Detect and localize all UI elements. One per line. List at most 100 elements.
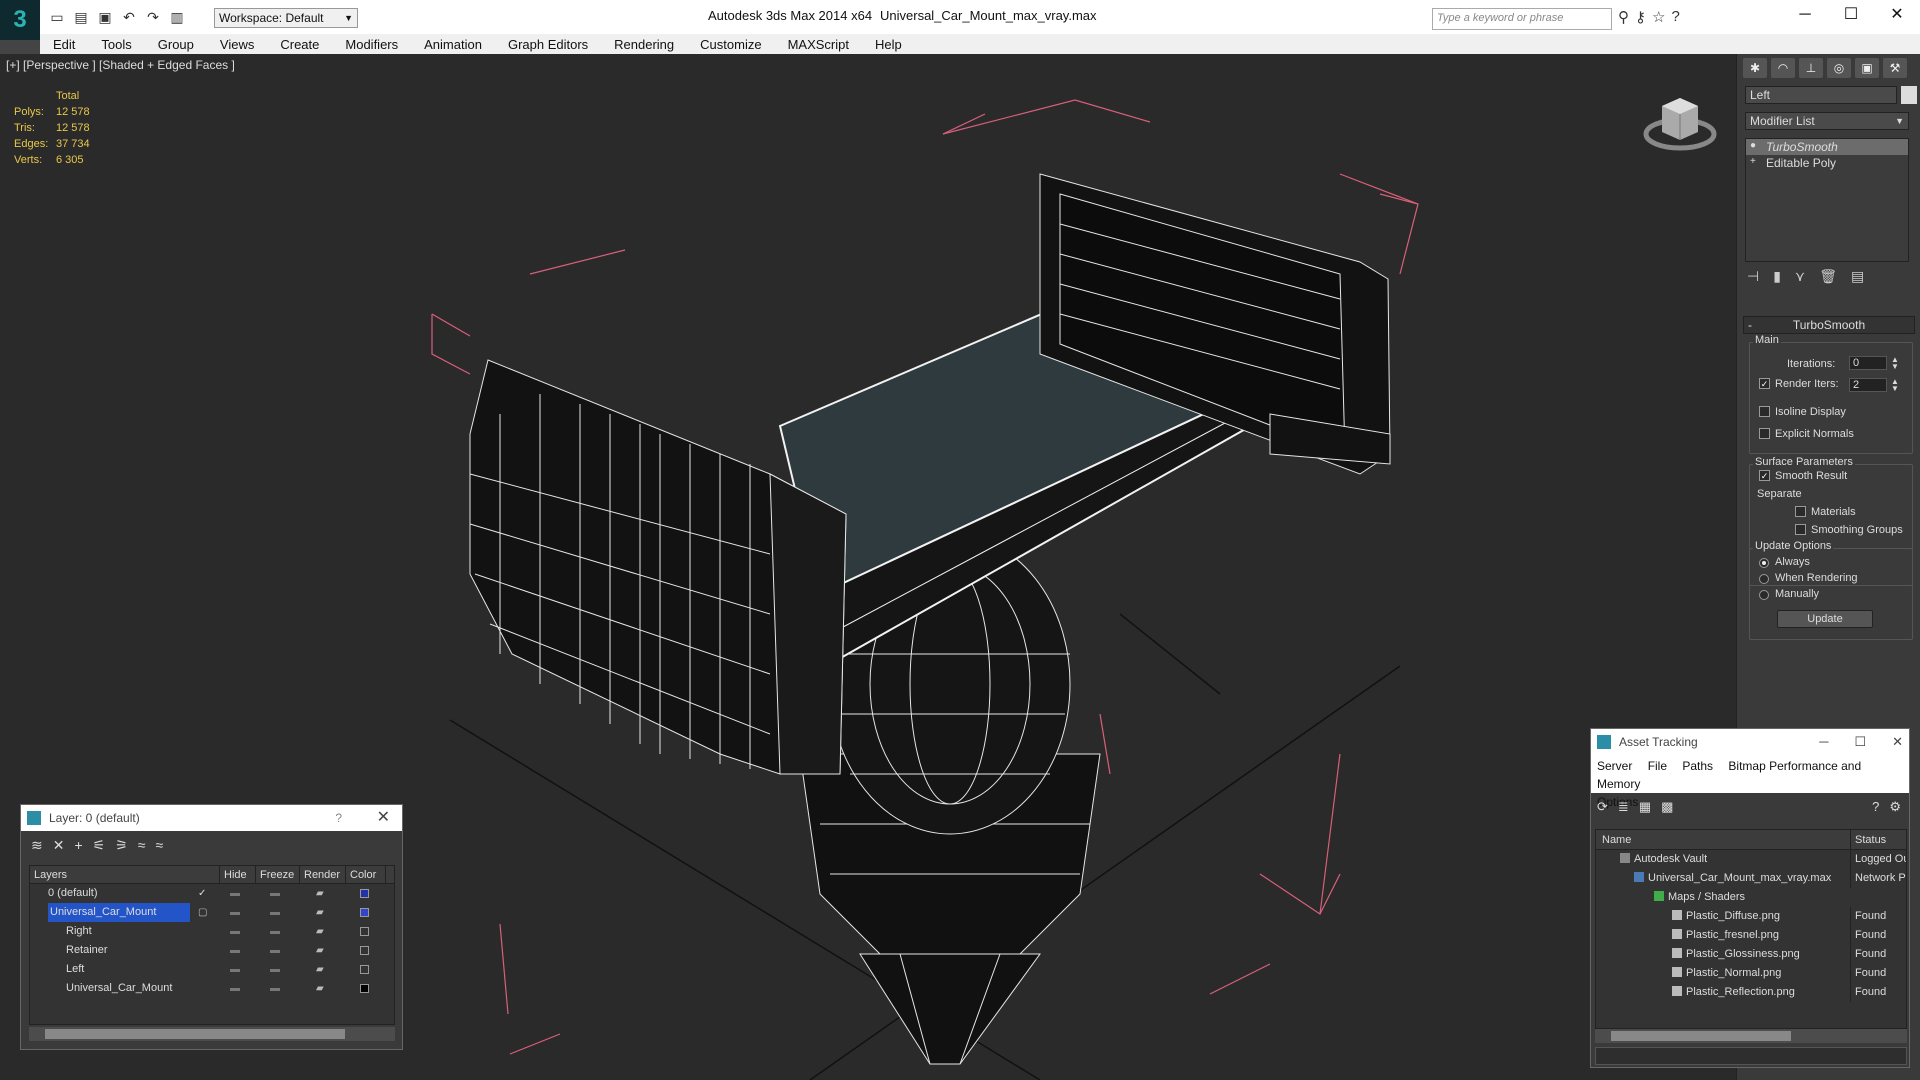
render-toggle-icon[interactable]: ▰ [316,884,324,903]
menu-graph-editors[interactable]: Graph Editors [495,37,601,52]
add-to-layer-icon[interactable]: + [74,837,82,854]
asset-row[interactable]: Universal_Car_Mount_max_vray.max Network … [1596,869,1906,888]
object-color-swatch[interactable] [1901,86,1917,104]
layer-color-swatch[interactable] [360,889,369,898]
iterations-spinner[interactable]: 0 [1849,356,1887,370]
asset-row[interactable]: Autodesk Vault Logged Ou [1596,850,1906,869]
asset-row[interactable]: Maps / Shaders [1596,888,1906,907]
menu-modifiers[interactable]: Modifiers [332,37,411,52]
freeze-all-layers-icon[interactable]: ≈ [155,837,163,854]
spinner-arrows-icon[interactable]: ▲ ▼ [1891,378,1899,393]
menu-edit[interactable]: Edit [40,37,88,52]
motion-tab-icon[interactable]: ◎ [1827,58,1851,78]
hide-toggle-icon[interactable]: ▬ [230,960,240,979]
open-file-icon[interactable]: ▤ [72,8,90,26]
hide-toggle-icon[interactable]: ▬ [230,941,240,960]
freeze-toggle-icon[interactable]: ▬ [270,903,280,922]
manually-radio[interactable] [1759,590,1769,600]
workspace-dropdown[interactable]: Workspace: Default ▼ [214,8,358,28]
column-name[interactable]: Name [1602,830,1631,850]
viewport-label[interactable]: [+] [Perspective ] [Shaded + Edged Faces… [6,58,235,72]
asset-path-field[interactable] [1595,1047,1907,1065]
redo-icon[interactable]: ↷ [144,8,162,26]
select-in-layer-icon[interactable]: ⚟ [93,837,106,854]
explicit-normals-checkbox[interactable] [1759,428,1770,439]
hide-toggle-icon[interactable]: ▬ [230,922,240,941]
scrollbar-thumb[interactable] [45,1029,345,1039]
layer-row[interactable]: 0 (default) ✓ ▬ ▬ ▰ [30,884,394,903]
render-toggle-icon[interactable]: ▰ [316,941,324,960]
search-input[interactable]: Type a keyword or phrase [1432,8,1612,30]
show-end-result-icon[interactable]: ▮ [1773,268,1781,285]
column-layers[interactable]: Layers [30,866,220,883]
layer-row[interactable]: Universal_Car_Mount ▢ ▬ ▬ ▰ [30,903,394,922]
asset-row[interactable]: Plastic_Glossiness.png Found [1596,945,1906,964]
make-unique-icon[interactable]: ⋎ [1795,268,1805,285]
layer-row[interactable]: Universal_Car_Mount ▬ ▬ ▰ [30,979,394,998]
minimize-icon[interactable]: ─ [1782,0,1828,32]
app-logo[interactable]: 3 [0,0,40,40]
when-rendering-radio[interactable] [1759,574,1769,584]
menu-group[interactable]: Group [145,37,207,52]
settings-icon[interactable]: ⚙ [1889,799,1901,815]
column-status[interactable]: Status [1850,830,1886,850]
isoline-display-checkbox[interactable] [1759,406,1770,417]
asset-tracking-titlebar[interactable]: Asset Tracking ─ ☐ ✕ [1591,729,1909,755]
hide-toggle-icon[interactable]: ▬ [230,884,240,903]
asset-row[interactable]: Plastic_Normal.png Found [1596,964,1906,983]
project-icon[interactable]: ▥ [168,8,186,26]
close-icon[interactable]: ✕ [1874,0,1920,32]
menu-bitmap-performance[interactable]: Bitmap Performance and Memory [1597,759,1861,791]
modify-tab-icon[interactable]: ◠ [1771,58,1795,78]
column-hide[interactable]: Hide [220,866,256,883]
update-button[interactable]: Update [1777,610,1873,628]
column-freeze[interactable]: Freeze [256,866,300,883]
always-radio[interactable] [1759,558,1769,568]
menu-animation[interactable]: Animation [411,37,495,52]
highlight-layer-icon[interactable]: ⚞ [115,837,128,854]
scrollbar-thumb[interactable] [1611,1031,1791,1041]
smooth-result-checkbox[interactable]: ✓ [1759,470,1770,481]
horizontal-scrollbar[interactable] [1595,1029,1907,1043]
asset-row[interactable]: Plastic_fresnel.png Found [1596,926,1906,945]
menu-help[interactable]: Help [862,37,915,52]
freeze-toggle-icon[interactable]: ▬ [270,941,280,960]
menu-tools[interactable]: Tools [88,37,144,52]
star-icon[interactable]: ☆ [1652,8,1665,26]
layer-row[interactable]: Right ▬ ▬ ▰ [30,922,394,941]
save-icon[interactable]: ▣ [96,8,114,26]
object-name-field[interactable]: Left [1745,86,1897,104]
configure-sets-icon[interactable]: ▤ [1851,268,1864,285]
help-button[interactable]: ? [335,805,342,831]
asset-row[interactable]: Plastic_Diffuse.png Found [1596,907,1906,926]
expand-icon[interactable]: + [1750,157,1760,167]
pin-stack-icon[interactable]: ⊣ [1747,268,1759,285]
menu-customize[interactable]: Customize [687,37,774,52]
list-view-icon[interactable]: ≣ [1618,799,1629,815]
hide-all-layers-icon[interactable]: ≈ [138,837,146,854]
help-icon[interactable]: ? [1671,8,1679,26]
layer-row[interactable]: Left ▬ ▬ ▰ [30,960,394,979]
freeze-toggle-icon[interactable]: ▬ [270,960,280,979]
layer-color-swatch[interactable] [360,908,369,917]
stack-item-turbosmooth[interactable]: ● TurboSmooth [1746,139,1908,155]
smoothing-groups-checkbox[interactable] [1795,524,1806,535]
layer-color-swatch[interactable] [360,984,369,993]
menu-views[interactable]: Views [207,37,267,52]
maximize-icon[interactable]: ☐ [1854,729,1866,755]
hide-toggle-icon[interactable]: ▬ [230,979,240,998]
column-color[interactable]: Color [346,866,386,883]
asset-row[interactable]: Plastic_Reflection.png Found [1596,983,1906,1002]
close-icon[interactable]: ✕ [377,805,390,831]
layer-color-swatch[interactable] [360,946,369,955]
layer-window-titlebar[interactable]: Layer: 0 (default) ? ✕ [21,805,402,831]
freeze-toggle-icon[interactable]: ▬ [270,884,280,903]
render-toggle-icon[interactable]: ▰ [316,922,324,941]
delete-layer-icon[interactable]: ✕ [53,837,65,854]
layer-color-swatch[interactable] [360,927,369,936]
column-render[interactable]: Render [300,866,346,883]
spinner-arrows-icon[interactable]: ▲ ▼ [1891,356,1899,371]
menu-rendering[interactable]: Rendering [601,37,687,52]
utilities-tab-icon[interactable]: ⚒ [1883,58,1907,78]
close-icon[interactable]: ✕ [1892,729,1903,755]
